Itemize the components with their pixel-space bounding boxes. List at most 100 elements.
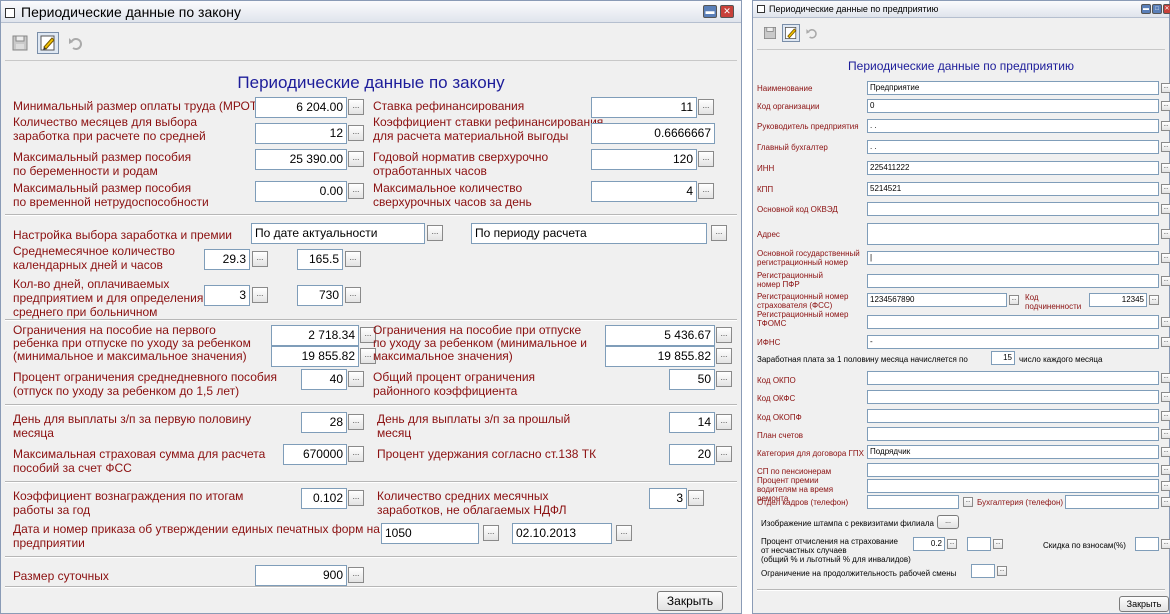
paid-days-field[interactable]: 3 [204, 285, 250, 306]
child1-min-field[interactable]: 2 718.34 [271, 325, 359, 346]
edit-icon[interactable] [782, 24, 800, 42]
acc-phone-ellipsis-button[interactable]: ... [1161, 497, 1170, 507]
daily-ellipsis-button[interactable]: ... [348, 567, 364, 583]
ifns-field[interactable]: - [867, 335, 1159, 349]
w2-row-ellipsis-button[interactable]: ... [1161, 447, 1170, 457]
w2-row-ellipsis-button[interactable]: ... [1161, 392, 1170, 402]
close-icon[interactable]: ✕ [1163, 4, 1170, 14]
w2-row-ellipsis-button[interactable]: ... [1161, 142, 1170, 152]
refin-field[interactable]: 11 [591, 97, 697, 118]
shift-ellipsis-button[interactable]: ... [997, 566, 1007, 576]
earnings-select-1[interactable]: По дате актуальности [251, 223, 425, 244]
disability-ellipsis-button[interactable]: ... [348, 183, 364, 199]
w2-row-ellipsis-button[interactable]: ... [1161, 184, 1170, 194]
sub-code-ellipsis-button[interactable]: ... [1149, 295, 1159, 305]
overtime-day-ellipsis-button[interactable]: ... [698, 183, 714, 199]
pay-prev-ellipsis-button[interactable]: ... [716, 414, 732, 430]
overtime-norm-field[interactable]: 120 [591, 149, 697, 170]
w2-row-ellipsis-button[interactable]: ... [1161, 83, 1170, 93]
ndfl-ellipsis-button[interactable]: ... [688, 490, 704, 506]
w2-row-field[interactable] [867, 390, 1159, 404]
withhold-field[interactable]: 20 [669, 444, 715, 465]
undo-icon[interactable] [803, 24, 821, 42]
ifns-ellipsis-button[interactable]: ... [1161, 337, 1170, 347]
tfoms-ellipsis-button[interactable]: ... [1161, 317, 1170, 327]
w2-row-ellipsis-button[interactable]: ... [1161, 429, 1170, 439]
w2-row-ellipsis-button[interactable]: ... [1161, 373, 1170, 383]
hr-phone-ellipsis-button[interactable]: ... [963, 497, 973, 507]
months-ellipsis-button[interactable]: ... [348, 125, 364, 141]
avg-days-field[interactable]: 29.3 [204, 249, 250, 270]
close-icon[interactable]: ✕ [720, 5, 734, 18]
save-icon[interactable] [761, 24, 779, 42]
child-max-field[interactable]: 19 855.82 [605, 346, 715, 367]
ndfl-field[interactable]: 3 [649, 488, 687, 509]
w2-row-ellipsis-button[interactable]: ... [1161, 229, 1170, 239]
w2-row-field[interactable]: . . [867, 119, 1159, 133]
w2-row-ellipsis-button[interactable]: ... [1161, 253, 1170, 263]
w2-row-field[interactable] [867, 463, 1159, 477]
avg-hours-field[interactable]: 165.5 [297, 249, 343, 270]
accident-field-2[interactable]: ... [967, 537, 991, 551]
order-number-ellipsis-button[interactable]: ... [483, 525, 499, 541]
paid-days-ellipsis-button[interactable]: ... [252, 287, 268, 303]
w2-row-field[interactable]: 5214521 [867, 182, 1159, 196]
w2-row-ellipsis-button[interactable]: ... [1161, 411, 1170, 421]
shift-field[interactable]: ... [971, 564, 995, 578]
child1-max-field[interactable]: 19 855.82 [271, 346, 359, 367]
disability-field[interactable]: 0.00 [255, 181, 347, 202]
acc-phone-field[interactable]: ... [1065, 495, 1159, 509]
maternity-ellipsis-button[interactable]: ... [348, 151, 364, 167]
regional-ellipsis-button[interactable]: ... [716, 371, 732, 387]
paid-days-2-ellipsis-button[interactable]: ... [345, 287, 361, 303]
refin-ellipsis-button[interactable]: ... [698, 99, 714, 115]
accident-2-ellipsis-button[interactable]: ... [993, 539, 1003, 549]
w2-row-ellipsis-button[interactable]: ... [1161, 481, 1170, 491]
child-min-field[interactable]: 5 436.67 [605, 325, 715, 346]
fss-ellipsis-button[interactable]: ... [348, 446, 364, 462]
earnings-select-2-button[interactable]: ... [711, 225, 727, 241]
undo-icon[interactable] [65, 32, 87, 54]
w2-row-field[interactable] [867, 202, 1159, 216]
w2-row-field[interactable] [867, 223, 1159, 245]
w2-row-ellipsis-button[interactable]: ... [1161, 101, 1170, 111]
daily-field[interactable]: 900 [255, 565, 347, 586]
w2-row-field[interactable]: Подрядчик [867, 445, 1159, 459]
avg-hours-ellipsis-button[interactable]: ... [345, 251, 361, 267]
child-min-ellipsis-button[interactable]: ... [716, 327, 732, 343]
overtime-norm-ellipsis-button[interactable]: ... [698, 151, 714, 167]
minimize-icon[interactable]: ▬ [703, 5, 717, 18]
save-icon[interactable] [9, 32, 31, 54]
earnings-select-2[interactable]: По периоду расчета [471, 223, 707, 244]
earnings-select-1-button[interactable]: ... [427, 225, 443, 241]
mrot-field[interactable]: 6 204.00 [255, 97, 347, 118]
pay-first-ellipsis-button[interactable]: ... [348, 414, 364, 430]
fss-reg-field[interactable]: 1234567890 [867, 293, 1007, 307]
pay-first-field[interactable]: 28 [301, 412, 347, 433]
maternity-field[interactable]: 25 390.00 [255, 149, 347, 170]
salary-day-field[interactable]: 15 [991, 351, 1015, 365]
order-date-button[interactable]: ... [616, 525, 632, 541]
mrot-ellipsis-button[interactable]: ... [348, 99, 364, 115]
w2-row-field[interactable]: 0 [867, 99, 1159, 113]
overtime-day-field[interactable]: 4 [591, 181, 697, 202]
child-max-ellipsis-button[interactable]: ... [716, 348, 732, 364]
w2-row-ellipsis-button[interactable]: ... [1161, 204, 1170, 214]
tfoms-field[interactable] [867, 315, 1159, 329]
limit-pct-ellipsis-button[interactable]: ... [348, 371, 364, 387]
withhold-ellipsis-button[interactable]: ... [716, 446, 732, 462]
stamp-ellipsis-button[interactable]: ... [937, 515, 959, 529]
close-button[interactable]: Закрыть [1119, 596, 1169, 612]
accident-field[interactable]: 0.2 [913, 537, 945, 551]
bonus-coef-ellipsis-button[interactable]: ... [348, 490, 364, 506]
avg-days-ellipsis-button[interactable]: ... [252, 251, 268, 267]
limit-pct-field[interactable]: 40 [301, 369, 347, 390]
w2-row-field[interactable] [867, 409, 1159, 423]
hr-phone-field[interactable]: ... [867, 495, 959, 509]
order-date-field[interactable]: 02.10.2013 [512, 523, 612, 544]
minimize-icon[interactable]: ▬ [1141, 4, 1151, 14]
w2-row-ellipsis-button[interactable]: ... [1161, 163, 1170, 173]
pay-prev-field[interactable]: 14 [669, 412, 715, 433]
sub-code-field[interactable]: 12345 [1089, 293, 1147, 307]
months-field[interactable]: 12 [255, 123, 347, 144]
